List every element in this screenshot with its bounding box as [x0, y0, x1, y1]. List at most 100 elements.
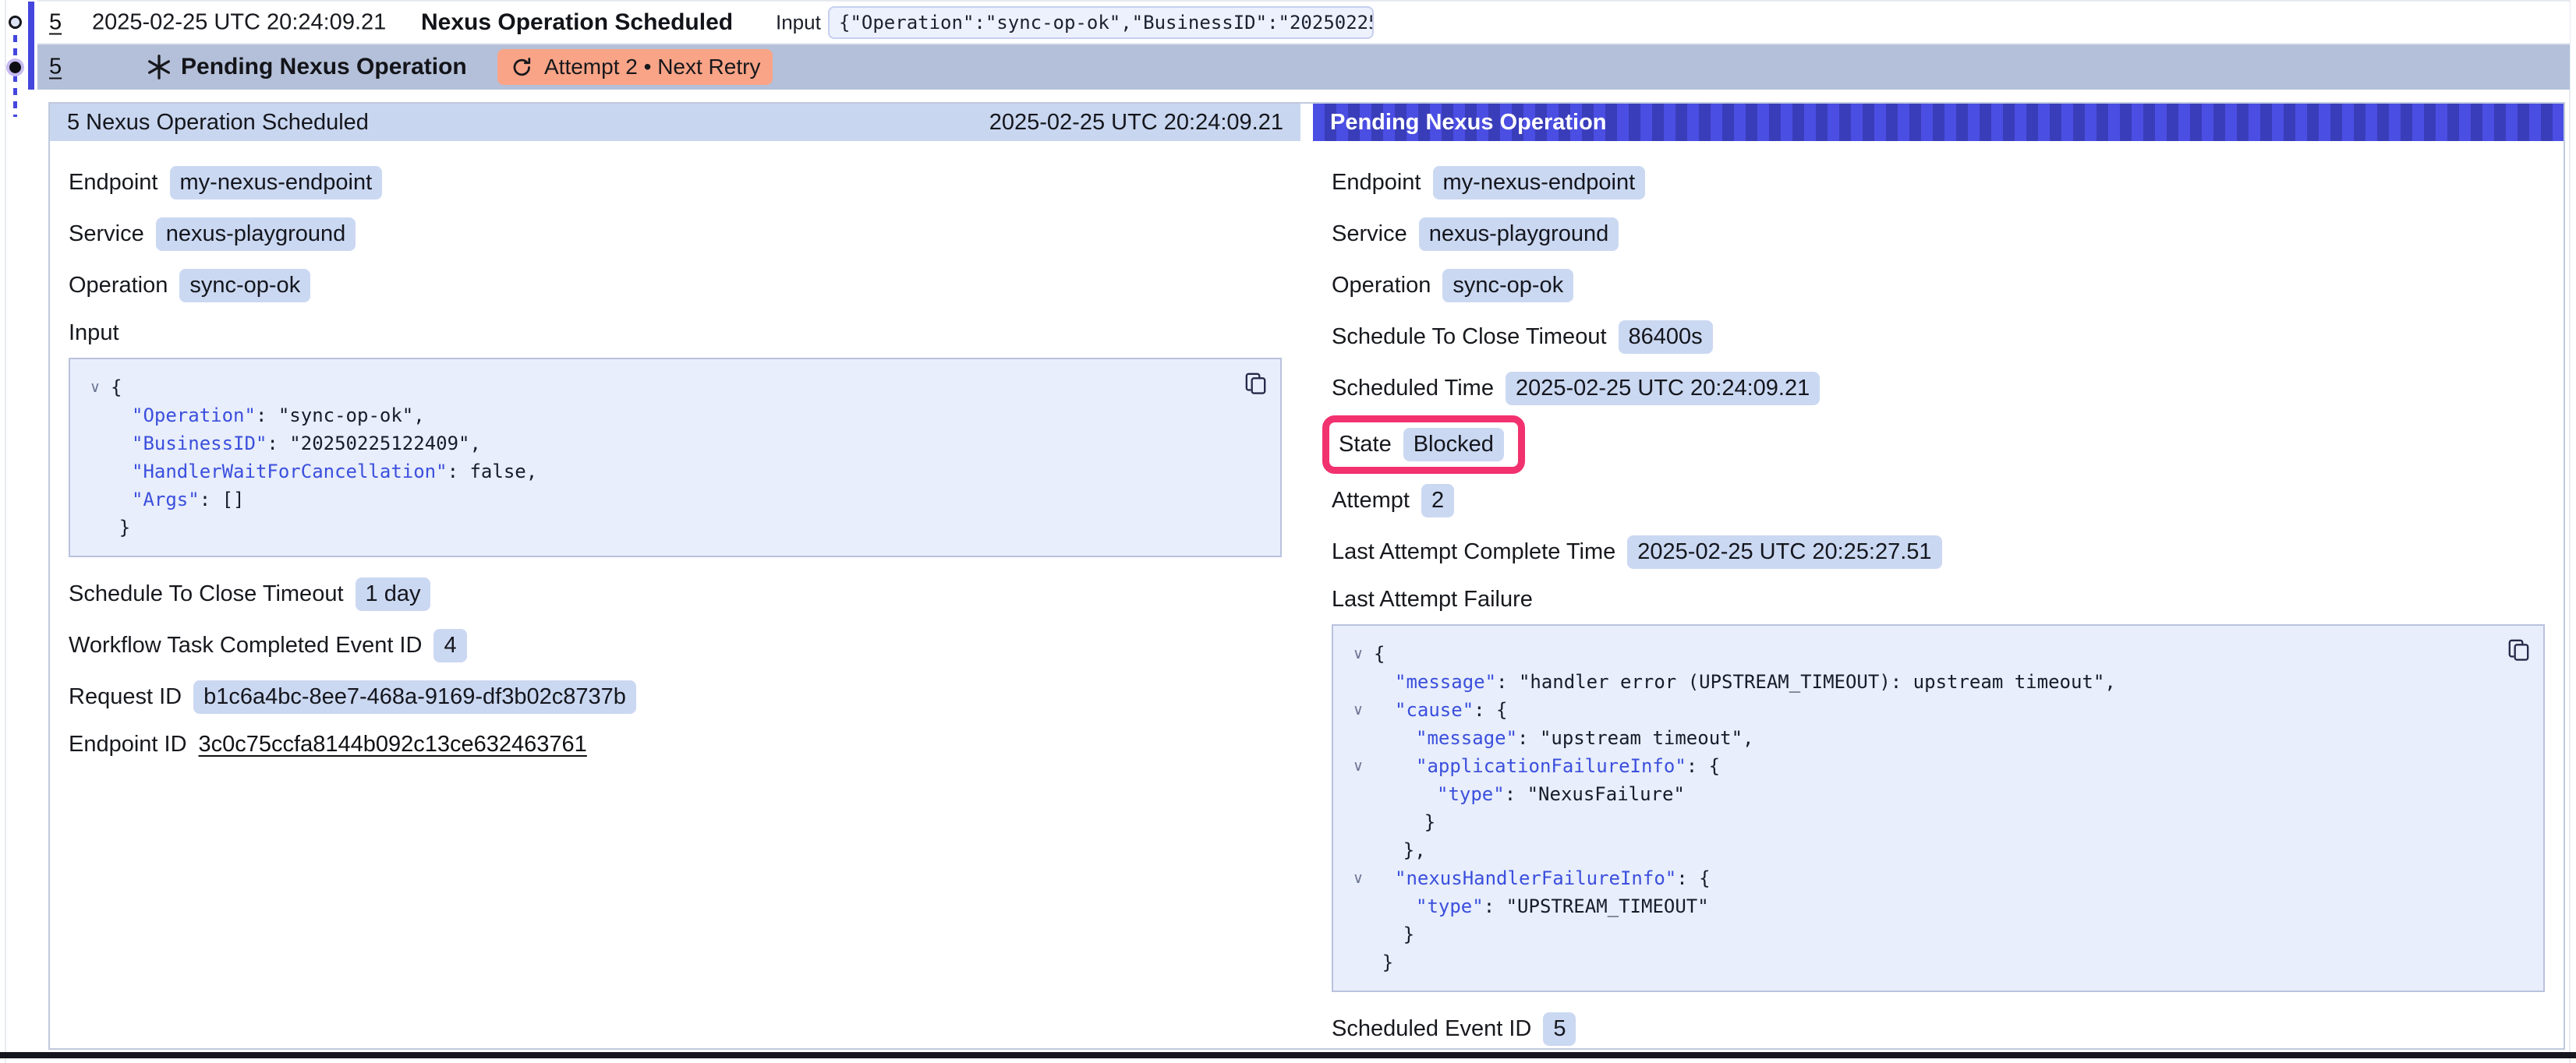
field-value-badge: 4: [433, 629, 466, 662]
json-key: "BusinessID": [132, 433, 267, 454]
json-text: ,: [413, 404, 424, 426]
json-key: "message": [1395, 671, 1496, 693]
field-schedule-to-close-timeout: Schedule To Close Timeout1 day: [69, 577, 1282, 611]
field-value-badge: 86400s: [1619, 320, 1713, 354]
field-value-badge: sync-op-ok: [1442, 269, 1573, 302]
field-value-badge: b1c6a4bc-8ee7-468a-9169-df3b02c8737b: [193, 680, 636, 714]
field-wrap: Operationsync-op-ok: [69, 269, 310, 302]
json-text: []: [222, 489, 245, 510]
field-value-badge: nexus-playground: [156, 217, 356, 251]
field-label: State: [1339, 432, 1392, 457]
json-text: :: [1505, 783, 1527, 805]
field-endpoint: Endpointmy-nexus-endpoint: [1332, 166, 2545, 200]
event-row-pending-nexus-operation[interactable]: 5 Pending Nexus Operation Attempt 2 • Ne…: [37, 44, 2570, 90]
field-operation: Operationsync-op-ok: [69, 269, 1282, 302]
field-label: Workflow Task Completed Event ID: [69, 633, 422, 659]
field-value-link[interactable]: 3c0c75ccfa8144b092c13ce632463761: [199, 732, 587, 758]
code-line: ∨"cause": {: [1343, 696, 2489, 724]
field-wrap: Scheduled Event ID 5: [1332, 1012, 1576, 1046]
panel-title: 5 Nexus Operation Scheduled: [67, 110, 369, 136]
json-text: :: [200, 489, 222, 510]
scheduled-panel-body: Endpointmy-nexus-endpointServicenexus-pl…: [50, 141, 1300, 791]
collapse-chevron-icon[interactable]: ∨: [1343, 752, 1374, 780]
code-line: "message": "upstream timeout",: [1343, 724, 2489, 752]
json-text: }: [1382, 952, 1393, 973]
json-text: : {: [1676, 867, 1710, 889]
input-label: Input: [776, 10, 821, 34]
code-line: "BusinessID": "20250225122409",: [80, 429, 1226, 457]
collapse-chevron-icon[interactable]: ∨: [1343, 696, 1374, 724]
json-key: "message": [1416, 727, 1517, 749]
field-value-badge: 1 day: [356, 577, 431, 611]
json-text: }: [119, 517, 130, 539]
collapse-chevron-icon[interactable]: ∨: [1343, 640, 1374, 668]
field-wrap: Request IDb1c6a4bc-8ee7-468a-9169-df3b02…: [69, 680, 636, 714]
field-state: State Blocked: [1332, 423, 2545, 466]
copy-button[interactable]: [1241, 370, 1269, 398]
collapse-chevron-icon[interactable]: ∨: [80, 373, 111, 401]
copy-icon: [1243, 370, 1269, 396]
event-name: Pending Nexus Operation: [181, 54, 467, 80]
code-line: "type": "NexusFailure": [1343, 780, 2489, 808]
copy-icon: [2506, 637, 2532, 662]
copy-button[interactable]: [2504, 637, 2532, 665]
field-wrap: Attempt2: [1332, 484, 1454, 517]
field-value-badge: 2025-02-25 UTC 20:25:27.51: [1627, 535, 1941, 569]
field-value-badge: 5: [1543, 1012, 1576, 1046]
field-service: Service nexus-playground: [1332, 217, 2545, 251]
field-wrap: Schedule To Close Timeout1 day: [69, 577, 430, 611]
field-workflow-task-completed-event-id: Workflow Task Completed Event ID 4: [69, 629, 1282, 662]
field-value-badge: 2: [1421, 484, 1454, 517]
code-line: },: [1343, 836, 2489, 864]
code-line: "type": "UPSTREAM_TIMEOUT": [1343, 892, 2489, 920]
json-code-block: ∨{"message": "handler error (UPSTREAM_TI…: [1332, 624, 2545, 992]
field-label: Service: [1332, 221, 1407, 247]
json-text: :: [1517, 727, 1540, 749]
input-preview-badge[interactable]: {"Operation":"sync-op-ok","BusinessID":"…: [828, 6, 1374, 39]
collapse-chevron-icon[interactable]: ∨: [1343, 864, 1374, 892]
selected-event-accent-bar: [28, 2, 34, 90]
field-value-badge: my-nexus-endpoint: [170, 166, 383, 200]
code-line: }: [1343, 808, 2489, 836]
event-name: Nexus Operation Scheduled: [421, 9, 733, 36]
retry-badge-label: Attempt 2 • Next Retry: [544, 55, 760, 79]
json-text: {: [1374, 643, 1385, 665]
code-line: }: [80, 514, 1226, 542]
json-text: ,: [469, 433, 480, 454]
field-label: Endpoint: [1332, 170, 1421, 196]
json-key: "type": [1416, 895, 1484, 917]
section-last-attempt-failure: Last Attempt Failure∨{"message": "handle…: [1332, 587, 2545, 992]
field-scheduled-time: Scheduled Time2025-02-25 UTC 20:24:09.21: [1332, 372, 2545, 405]
code-line: "Args": []: [80, 486, 1226, 514]
field-value-badge: Blocked: [1403, 428, 1504, 461]
json-text: ,: [1743, 727, 1753, 749]
field-value-badge: 2025-02-25 UTC 20:24:09.21: [1506, 372, 1820, 405]
code-text: "applicationFailureInfo": {: [1374, 752, 1720, 780]
retry-icon: [510, 55, 534, 79]
panel-title: Pending Nexus Operation: [1330, 110, 1607, 136]
code-text: "HandlerWaitForCancellation": false,: [111, 457, 537, 486]
field-label: Last Attempt Complete Time: [1332, 539, 1615, 565]
json-key: "Operation": [132, 404, 256, 426]
event-id-link[interactable]: 5: [49, 55, 62, 80]
json-text: {: [111, 376, 122, 398]
json-key: "applicationFailureInfo": [1416, 755, 1686, 777]
code-line: ∨"applicationFailureInfo": {: [1343, 752, 2489, 780]
code-line: ∨{: [80, 373, 1226, 401]
json-text: }: [1424, 811, 1435, 833]
event-id-link[interactable]: 5: [49, 9, 62, 35]
json-key: "cause": [1395, 699, 1474, 721]
field-label: Scheduled Event ID: [1332, 1016, 1531, 1042]
json-text: :: [1484, 895, 1506, 917]
field-wrap: Endpointmy-nexus-endpoint: [69, 166, 382, 200]
section-input: Input∨{"Operation": "sync-op-ok","Busine…: [69, 320, 1282, 557]
timeline-node-selected-icon: [9, 62, 21, 73]
code-text: "cause": {: [1374, 696, 1508, 724]
field-wrap: Service nexus-playground: [1332, 217, 1619, 251]
code-text: }: [1374, 808, 1435, 836]
field-wrap: Scheduled Time2025-02-25 UTC 20:24:09.21: [1332, 372, 1820, 405]
json-text: false: [469, 461, 525, 482]
field-value-badge: nexus-playground: [1419, 217, 1619, 251]
pending-operation-panel: Pending Nexus Operation Endpointmy-nexus…: [1313, 104, 2564, 1048]
event-row-nexus-operation-scheduled[interactable]: 5 2025-02-25 UTC 20:24:09.21 Nexus Opera…: [37, 0, 2570, 44]
